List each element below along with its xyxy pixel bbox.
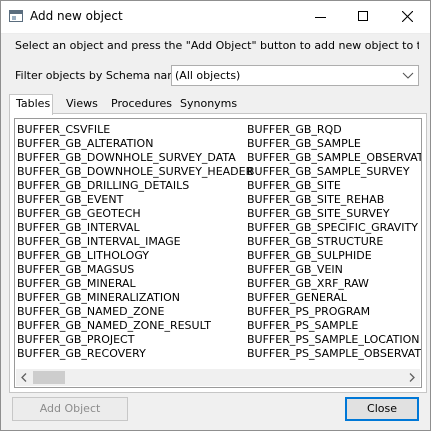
tab-label: Tables bbox=[16, 97, 51, 110]
list-item[interactable]: BUFFER_GB_SITE_SURVEY bbox=[246, 207, 421, 221]
list-item[interactable]: BUFFER_GB_SITE bbox=[246, 179, 421, 193]
arrow-left-icon bbox=[21, 373, 27, 382]
list-item[interactable]: BUFFER_GB_EVENT bbox=[16, 193, 253, 207]
scroll-left-button[interactable] bbox=[16, 369, 33, 386]
scroll-right-button[interactable] bbox=[403, 369, 420, 386]
minimize-icon bbox=[315, 17, 326, 18]
list-item[interactable]: BUFFER_GB_DRILLING_DETAILS bbox=[16, 179, 253, 193]
list-item[interactable]: BUFFER_GB_DOWNHOLE_SURVEY_HEADER bbox=[16, 165, 253, 179]
tab-synonyms[interactable]: Synonyms bbox=[180, 96, 237, 114]
minimize-button[interactable] bbox=[298, 1, 342, 33]
list-item[interactable]: BUFFER_GB_MINERAL bbox=[16, 277, 253, 291]
horizontal-scrollbar[interactable] bbox=[16, 369, 420, 386]
tab-label: Procedures bbox=[111, 97, 172, 110]
list-item[interactable]: BUFFER_GB_XRF_RAW bbox=[246, 277, 421, 291]
tab-views[interactable]: Views bbox=[66, 96, 98, 114]
list-item[interactable]: BUFFER_PS_SAMPLE bbox=[246, 319, 421, 333]
tab-procedures[interactable]: Procedures bbox=[111, 96, 172, 114]
object-list-column-2: BUFFER_GB_RQD BUFFER_GB_SAMPLE BUFFER_GB… bbox=[246, 123, 421, 361]
list-item[interactable]: BUFFER_PS_SAMPLE_LOCATION bbox=[246, 333, 421, 347]
list-item[interactable]: BUFFER_GB_RQD bbox=[246, 123, 421, 137]
list-item[interactable]: BUFFER_GB_NAMED_ZONE bbox=[16, 305, 253, 319]
scrollbar-thumb[interactable] bbox=[33, 371, 65, 384]
list-item[interactable]: BUFFER_GB_STRUCTURE bbox=[246, 235, 421, 249]
list-item[interactable]: BUFFER_GB_SAMPLE bbox=[246, 137, 421, 151]
filter-label: Filter objects by Schema name bbox=[15, 69, 185, 82]
list-item[interactable]: BUFFER_GB_PROJECT bbox=[16, 333, 253, 347]
list-item[interactable]: BUFFER_GB_NAMED_ZONE_RESULT bbox=[16, 319, 253, 333]
list-item[interactable]: BUFFER_GB_SULPHIDE bbox=[246, 249, 421, 263]
close-icon bbox=[402, 11, 413, 22]
chevron-down-icon bbox=[402, 72, 414, 79]
list-item[interactable]: BUFFER_GB_RECOVERY bbox=[16, 347, 253, 361]
add-new-object-dialog: Add new object Select an object and pres… bbox=[0, 0, 431, 431]
tab-label: Synonyms bbox=[180, 97, 238, 110]
list-item[interactable]: BUFFER_GB_SAMPLE_SURVEY bbox=[246, 165, 421, 179]
maximize-icon bbox=[358, 11, 368, 21]
tab-label: Views bbox=[66, 97, 98, 110]
list-item[interactable]: BUFFER_GB_SITE_REHAB bbox=[246, 193, 421, 207]
object-list-column-1: BUFFER_CSVFILE BUFFER_GB_ALTERATION BUFF… bbox=[16, 123, 253, 361]
list-item[interactable]: BUFFER_PS_SAMPLE_OBSERVATION bbox=[246, 347, 421, 361]
list-item[interactable]: BUFFER_GB_VEIN bbox=[246, 263, 421, 277]
tables-tab-panel: BUFFER_CSVFILE BUFFER_GB_ALTERATION BUFF… bbox=[9, 113, 427, 393]
window-icon bbox=[9, 10, 23, 22]
list-item[interactable]: BUFFER_GB_DOWNHOLE_SURVEY_DATA bbox=[16, 151, 253, 165]
add-object-button[interactable]: Add Object bbox=[12, 397, 128, 421]
list-item[interactable]: BUFFER_CSVFILE bbox=[16, 123, 253, 137]
list-item[interactable]: BUFFER_GB_LITHOLOGY bbox=[16, 249, 253, 263]
list-item[interactable]: BUFFER_GB_SPECIFIC_GRAVITY bbox=[246, 221, 421, 235]
list-item[interactable]: BUFFER_GB_INTERVAL bbox=[16, 221, 253, 235]
close-window-button[interactable] bbox=[386, 1, 430, 33]
list-item[interactable]: BUFFER_GB_MAGSUS bbox=[16, 263, 253, 277]
maximize-button[interactable] bbox=[342, 1, 386, 33]
object-list[interactable]: BUFFER_CSVFILE BUFFER_GB_ALTERATION BUFF… bbox=[14, 118, 422, 388]
window-title: Add new object bbox=[30, 9, 123, 23]
schema-filter-select[interactable]: (All objects) bbox=[171, 65, 419, 86]
list-item[interactable]: BUFFER_GB_ALTERATION bbox=[16, 137, 253, 151]
schema-filter-value: (All objects) bbox=[175, 69, 241, 82]
close-button[interactable]: Close bbox=[345, 397, 419, 421]
title-bar[interactable]: Add new object bbox=[1, 1, 430, 34]
list-item[interactable]: BUFFER_GENERAL bbox=[246, 291, 421, 305]
arrow-right-icon bbox=[409, 373, 415, 382]
instruction-text: Select an object and press the "Add Obje… bbox=[15, 39, 419, 52]
list-item[interactable]: BUFFER_GB_SAMPLE_OBSERVATION bbox=[246, 151, 421, 165]
list-item[interactable]: BUFFER_PS_PROGRAM bbox=[246, 305, 421, 319]
list-item[interactable]: BUFFER_GB_GEOTECH bbox=[16, 207, 253, 221]
list-item[interactable]: BUFFER_GB_INTERVAL_IMAGE bbox=[16, 235, 253, 249]
tab-tables[interactable]: Tables bbox=[9, 94, 53, 115]
list-item[interactable]: BUFFER_GB_MINERALIZATION bbox=[16, 291, 253, 305]
